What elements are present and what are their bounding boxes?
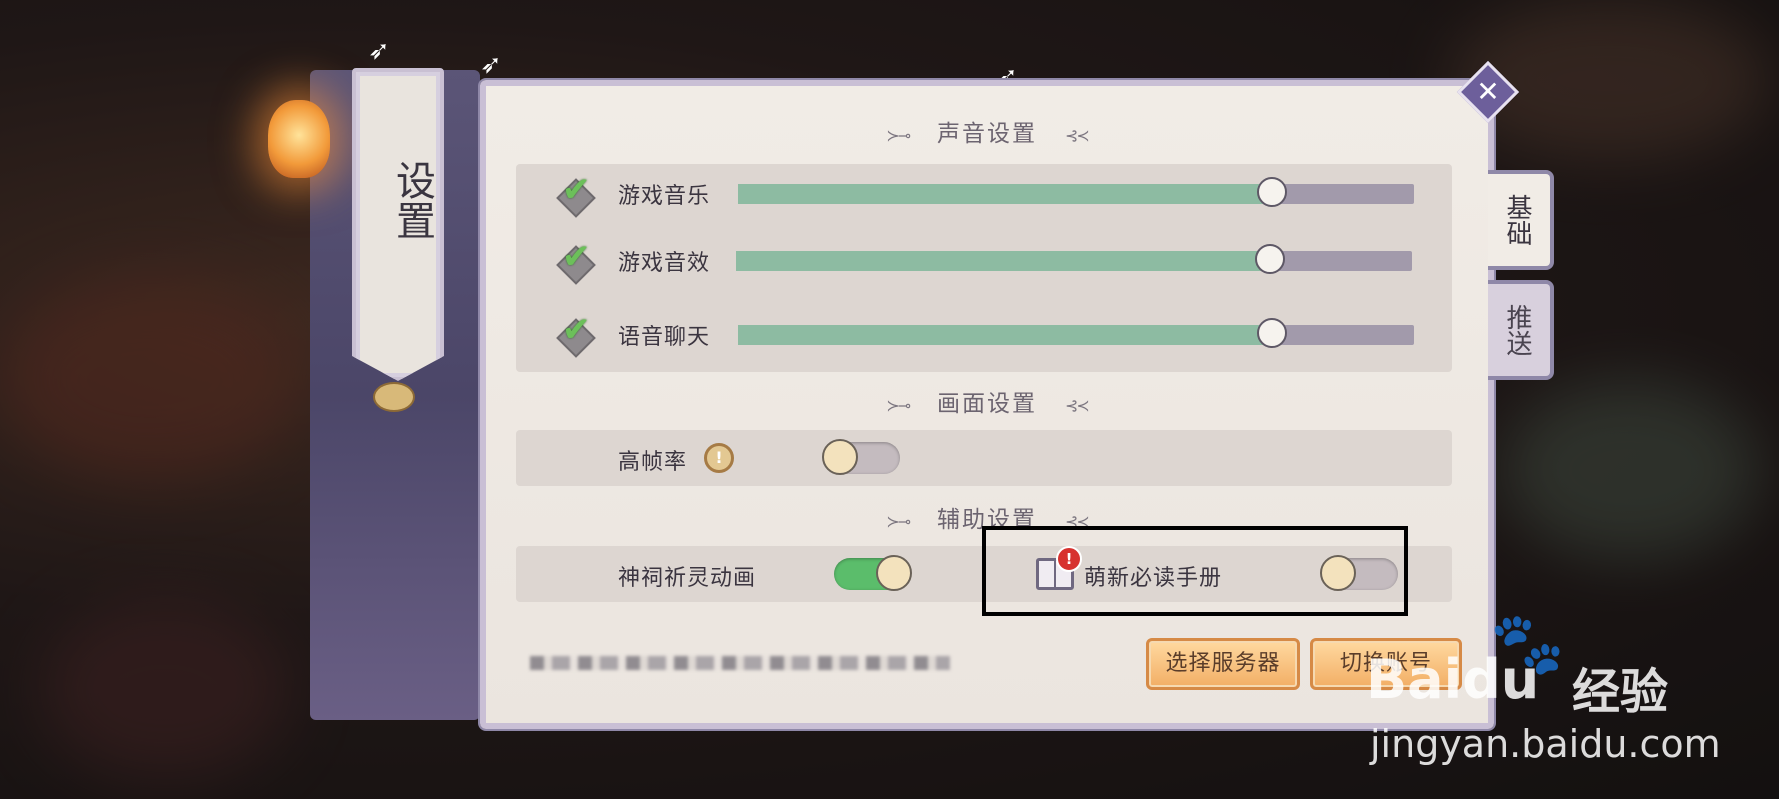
- close-icon[interactable]: ✕: [1466, 70, 1510, 114]
- lantern-decoration: [268, 100, 330, 178]
- bird-decoration: ➶: [480, 50, 502, 80]
- ornament-icon: ⊰≺: [1065, 126, 1090, 145]
- bird-decoration: ➶: [368, 36, 390, 66]
- slider-handle[interactable]: [1257, 318, 1288, 348]
- music-checkbox[interactable]: ✔: [556, 170, 596, 218]
- slider-handle[interactable]: [1257, 177, 1288, 207]
- display-heading-text: 画面设置: [937, 391, 1037, 417]
- ornament-icon: ≻⊸: [886, 396, 911, 415]
- watermark-url: jingyan.baidu.com: [1370, 722, 1721, 766]
- sfx-label: 游戏音效: [618, 251, 711, 276]
- settings-panel: ≻⊸ 声音设置 ⊰≺ ✔ 游戏音乐 ✔ 游戏音效 ✔ 语音聊天 ≻⊸ 画面设置 ⊰≺ 高…: [480, 80, 1494, 729]
- checkmark-icon: ✔: [562, 170, 591, 210]
- shrine-anim-label: 神祠祈灵动画: [618, 566, 757, 591]
- ornament-icon: ⊰≺: [1065, 396, 1090, 415]
- checkmark-icon: ✔: [562, 237, 591, 277]
- shrine-anim-toggle[interactable]: [834, 555, 912, 591]
- display-settings-box: 高帧率 !: [516, 430, 1452, 486]
- sound-section-heading: ≻⊸ 声音设置 ⊰≺: [486, 114, 1488, 148]
- tab-basic[interactable]: 基础: [1488, 170, 1554, 270]
- account-info-blurred: [530, 656, 950, 670]
- info-icon[interactable]: !: [704, 443, 734, 473]
- watermark-brand: Baidu: [1366, 648, 1540, 711]
- sound-heading-text: 声音设置: [937, 121, 1037, 147]
- toggle-knob: [822, 439, 858, 475]
- ornament-icon: ≻⊸: [886, 126, 911, 145]
- ornament-icon: ≻⊸: [886, 512, 911, 531]
- sfx-checkbox[interactable]: ✔: [556, 237, 596, 285]
- select-server-button[interactable]: 选择服务器: [1146, 638, 1300, 690]
- sound-settings-box: ✔ 游戏音乐 ✔ 游戏音效 ✔ 语音聊天: [516, 164, 1452, 372]
- watermark-suffix: 经验: [1572, 664, 1669, 720]
- tab-push[interactable]: 推送: [1488, 280, 1554, 380]
- slider-handle[interactable]: [1255, 244, 1286, 274]
- music-slider[interactable]: [738, 177, 1414, 207]
- voice-chat-slider[interactable]: [738, 318, 1414, 348]
- sfx-slider[interactable]: [736, 244, 1412, 274]
- music-label: 游戏音乐: [618, 184, 711, 209]
- high-fps-toggle[interactable]: [822, 439, 900, 475]
- checkmark-icon: ✔: [562, 310, 591, 350]
- high-fps-label: 高帧率: [618, 450, 688, 475]
- voice-chat-label: 语音聊天: [618, 325, 711, 350]
- display-section-heading: ≻⊸ 画面设置 ⊰≺: [486, 384, 1488, 418]
- page-title: 设置: [389, 160, 435, 240]
- highlight-box: [982, 526, 1408, 616]
- toggle-knob: [876, 555, 912, 591]
- bell-decoration: [373, 382, 415, 412]
- voice-chat-checkbox[interactable]: ✔: [556, 310, 596, 358]
